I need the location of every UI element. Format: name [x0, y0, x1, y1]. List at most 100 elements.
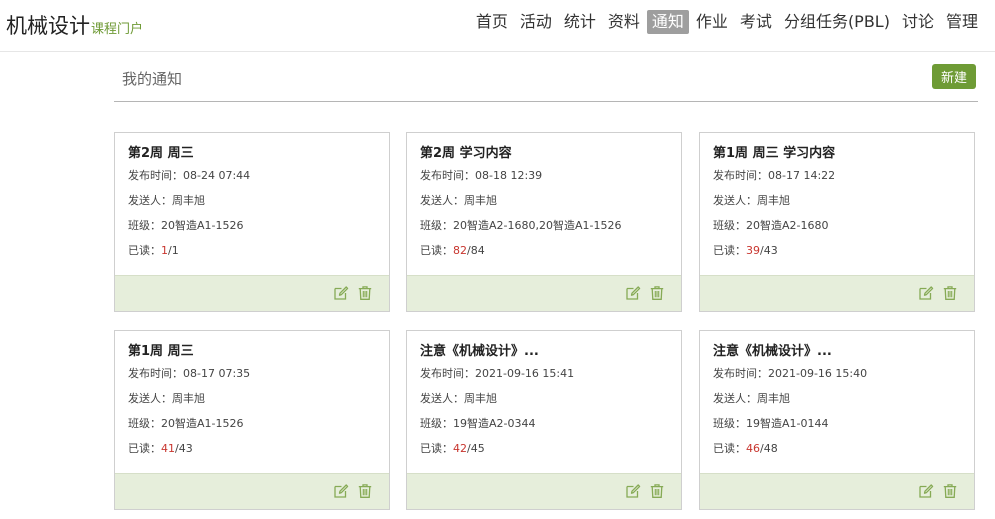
class-row: 班级：20智造A1-1526 — [128, 417, 376, 430]
portal-subtitle: 课程门户 — [91, 22, 144, 37]
sender-label: 发送人： — [128, 194, 172, 207]
publish-time-row: 发布时间：2021-09-16 15:40 — [713, 367, 961, 380]
read-row: 已读：39/43 — [713, 244, 961, 257]
top-header: 机械设计 课程门户 首页 活动 统计 资料 通知 作业 考试 分组任务(PBL)… — [0, 0, 995, 52]
sender-row: 发送人：周丰旭 — [420, 194, 668, 207]
publish-time-row: 发布时间：08-18 12:39 — [420, 169, 668, 182]
read-count: 39 — [746, 244, 760, 257]
edit-icon[interactable] — [625, 285, 641, 301]
read-total: /1 — [168, 244, 179, 257]
new-notification-button[interactable]: 新建 — [932, 64, 976, 89]
sender-value: 周丰旭 — [464, 392, 497, 405]
class-label: 班级： — [420, 219, 453, 232]
nav-group-tasks[interactable]: 分组任务(PBL) — [779, 10, 895, 34]
read-label: 已读： — [713, 442, 746, 455]
read-count: 1 — [161, 244, 168, 257]
publish-time-label: 发布时间： — [420, 367, 475, 380]
read-count: 46 — [746, 442, 760, 455]
read-total: /45 — [467, 442, 485, 455]
nav-exams[interactable]: 考试 — [735, 10, 777, 34]
brand[interactable]: 机械设计 课程门户 — [6, 10, 143, 40]
class-label: 班级： — [420, 417, 453, 430]
publish-time-row: 发布时间：08-17 07:35 — [128, 367, 376, 380]
sender-row: 发送人：周丰旭 — [128, 392, 376, 405]
notification-card[interactable]: 第1周 周三 发布时间：08-17 07:35 发送人：周丰旭 班级：20智造A… — [114, 330, 390, 510]
notification-card[interactable]: 第2周 周三 发布时间：08-24 07:44 发送人：周丰旭 班级：20智造A… — [114, 132, 390, 312]
notification-card[interactable]: 注意《机械设计》... 发布时间：2021-09-16 15:40 发送人：周丰… — [699, 330, 975, 510]
delete-icon[interactable] — [357, 285, 373, 301]
sender-label: 发送人： — [420, 194, 464, 207]
sender-label: 发送人： — [713, 194, 757, 207]
nav-activities[interactable]: 活动 — [515, 10, 557, 34]
nav-statistics[interactable]: 统计 — [559, 10, 601, 34]
notification-title[interactable]: 第1周 周三 — [128, 343, 376, 361]
notifications-toolbar: 我的通知 新建 — [114, 62, 978, 102]
notification-card[interactable]: 注意《机械设计》... 发布时间：2021-09-16 15:41 发送人：周丰… — [406, 330, 682, 510]
edit-icon[interactable] — [918, 483, 934, 499]
sender-label: 发送人： — [420, 392, 464, 405]
notification-title[interactable]: 注意《机械设计》... — [713, 343, 961, 361]
class-label: 班级： — [713, 219, 746, 232]
sender-row: 发送人：周丰旭 — [713, 392, 961, 405]
edit-icon[interactable] — [333, 285, 349, 301]
nav-homework[interactable]: 作业 — [691, 10, 733, 34]
delete-icon[interactable] — [942, 483, 958, 499]
read-count: 42 — [453, 442, 467, 455]
nav-home[interactable]: 首页 — [471, 10, 513, 34]
read-total: /48 — [760, 442, 778, 455]
notification-title[interactable]: 第1周 周三 学习内容 — [713, 145, 961, 163]
nav-resources[interactable]: 资料 — [603, 10, 645, 34]
publish-time-label: 发布时间： — [713, 367, 768, 380]
card-footer — [700, 275, 974, 311]
publish-time-row: 发布时间：08-17 14:22 — [713, 169, 961, 182]
nav-notifications[interactable]: 通知 — [646, 10, 689, 34]
read-row: 已读：46/48 — [713, 442, 961, 455]
publish-time-value: 2021-09-16 15:40 — [768, 367, 868, 380]
read-label: 已读： — [128, 442, 161, 455]
delete-icon[interactable] — [357, 483, 373, 499]
card-footer — [407, 275, 681, 311]
publish-time-value: 08-24 07:44 — [183, 169, 251, 182]
edit-icon[interactable] — [918, 285, 934, 301]
read-row: 已读：82/84 — [420, 244, 668, 257]
sender-row: 发送人：周丰旭 — [713, 194, 961, 207]
sender-value: 周丰旭 — [464, 194, 497, 207]
class-label: 班级： — [128, 219, 161, 232]
read-label: 已读： — [420, 244, 453, 257]
class-row: 班级：20智造A1-1526 — [128, 219, 376, 232]
read-row: 已读：42/45 — [420, 442, 668, 455]
read-row: 已读：1/1 — [128, 244, 376, 257]
nav-discussion[interactable]: 讨论 — [897, 10, 939, 34]
publish-time-value: 08-17 14:22 — [768, 169, 836, 182]
delete-icon[interactable] — [649, 483, 665, 499]
notification-card[interactable]: 第1周 周三 学习内容 发布时间：08-17 14:22 发送人：周丰旭 班级：… — [699, 132, 975, 312]
notification-title[interactable]: 注意《机械设计》... — [420, 343, 668, 361]
publish-time-value: 2021-09-16 15:41 — [475, 367, 575, 380]
publish-time-label: 发布时间： — [713, 169, 768, 182]
notification-card[interactable]: 第2周 学习内容 发布时间：08-18 12:39 发送人：周丰旭 班级：20智… — [406, 132, 682, 312]
class-row: 班级：19智造A1-0144 — [713, 417, 961, 430]
page-title: 我的通知 — [122, 70, 183, 88]
sender-label: 发送人： — [128, 392, 172, 405]
publish-time-row: 发布时间：08-24 07:44 — [128, 169, 376, 182]
card-footer — [115, 473, 389, 509]
edit-icon[interactable] — [625, 483, 641, 499]
sender-value: 周丰旭 — [757, 392, 790, 405]
class-value: 20智造A1-1526 — [161, 219, 244, 232]
nav-manage[interactable]: 管理 — [941, 10, 983, 34]
card-footer — [700, 473, 974, 509]
notification-title[interactable]: 第2周 学习内容 — [420, 145, 668, 163]
class-value: 20智造A1-1526 — [161, 417, 244, 430]
notification-title[interactable]: 第2周 周三 — [128, 145, 376, 163]
delete-icon[interactable] — [649, 285, 665, 301]
read-count: 41 — [161, 442, 175, 455]
edit-icon[interactable] — [333, 483, 349, 499]
class-value: 19智造A2-0344 — [453, 417, 536, 430]
class-row: 班级：19智造A2-0344 — [420, 417, 668, 430]
sender-label: 发送人： — [713, 392, 757, 405]
delete-icon[interactable] — [942, 285, 958, 301]
publish-time-row: 发布时间：2021-09-16 15:41 — [420, 367, 668, 380]
publish-time-label: 发布时间： — [128, 367, 183, 380]
course-title: 机械设计 — [6, 14, 90, 38]
class-value: 20智造A2-1680,20智造A1-1526 — [453, 219, 622, 232]
